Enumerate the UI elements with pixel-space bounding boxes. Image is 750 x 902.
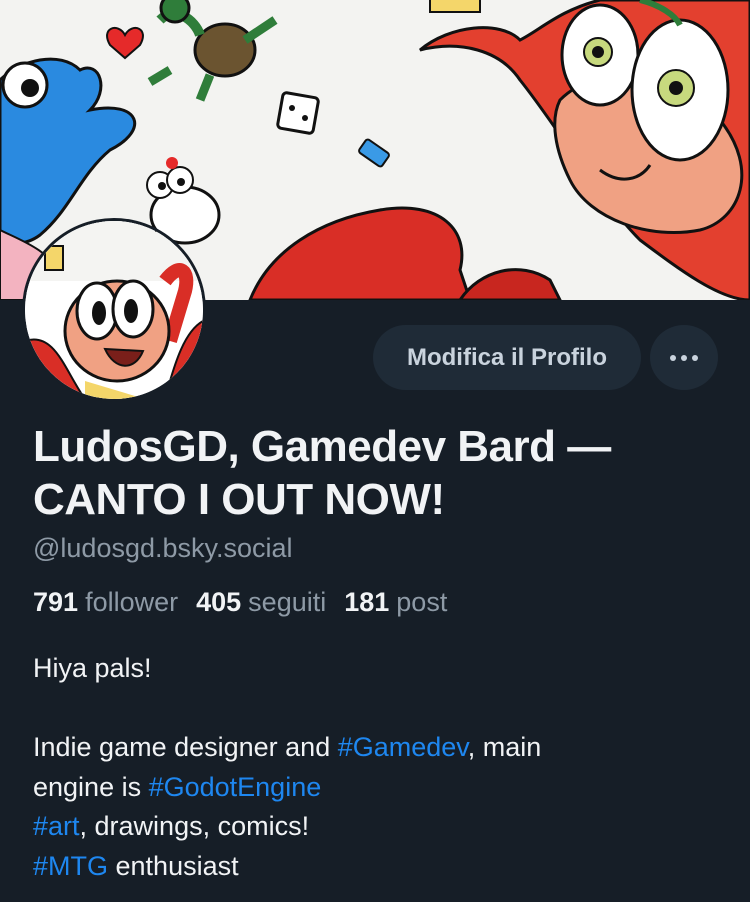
edit-profile-label: Modifica il Profilo bbox=[406, 343, 607, 371]
display-name: LudosGD, Gamedev Bard — CANTO I OUT NOW! bbox=[33, 420, 723, 526]
hashtag-link-mtg[interactable]: #MTG bbox=[33, 851, 108, 881]
profile-bio: Hiya pals! Indie game designer and #Game… bbox=[33, 649, 723, 886]
posts-label: post bbox=[396, 587, 448, 617]
bio-line: Indie game designer and #Gamedev, main bbox=[33, 728, 723, 768]
bio-blank-line bbox=[33, 689, 723, 729]
bio-text: engine is bbox=[33, 771, 149, 802]
bio-text: Indie game designer and bbox=[33, 732, 338, 762]
followers-label: follower bbox=[85, 587, 179, 617]
following-stat[interactable]: 405 seguiti bbox=[196, 587, 326, 618]
avatar[interactable] bbox=[22, 218, 206, 402]
more-dots-icon bbox=[670, 354, 698, 361]
avatar-image bbox=[25, 221, 203, 399]
hashtag-link-art[interactable]: #art bbox=[33, 811, 80, 841]
hashtag-link-godotengine[interactable]: #GodotEngine bbox=[149, 772, 322, 802]
followers-count: 791 bbox=[33, 587, 79, 617]
profile-stats: 791 follower 405 seguiti 181 post bbox=[33, 587, 447, 618]
bio-line: Hiya pals! bbox=[33, 653, 152, 683]
display-name-line1: LudosGD, Gamedev Bard — bbox=[33, 422, 611, 471]
profile-handle: @ludosgd.bsky.social bbox=[33, 533, 293, 563]
followers-stat[interactable]: 791 follower bbox=[33, 587, 178, 618]
edit-profile-button[interactable]: Modifica il Profilo bbox=[373, 325, 641, 390]
bio-line: #art, drawings, comics! bbox=[33, 807, 723, 847]
bio-text: enthusiast bbox=[108, 850, 239, 881]
bio-line: engine is #GodotEngine bbox=[33, 768, 723, 808]
bio-text: , main bbox=[467, 732, 542, 762]
bio-text: , drawings, comics! bbox=[79, 811, 310, 841]
posts-stat: 181 post bbox=[344, 587, 447, 618]
more-options-button[interactable] bbox=[650, 325, 718, 390]
posts-count: 181 bbox=[344, 587, 390, 617]
bio-line: #MTG enthusiast bbox=[33, 847, 723, 887]
display-name-line2: CANTO I OUT NOW! bbox=[33, 475, 445, 524]
following-count: 405 bbox=[196, 587, 242, 617]
hashtag-link-gamedev[interactable]: #Gamedev bbox=[338, 732, 468, 762]
following-label: seguiti bbox=[248, 587, 327, 617]
